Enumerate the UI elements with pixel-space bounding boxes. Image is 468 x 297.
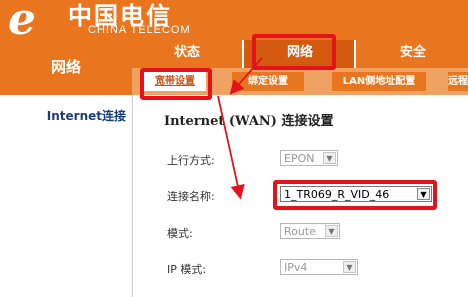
annotation-arrows: [217, 57, 263, 200]
annotation-arrow-1: [229, 57, 263, 95]
annotation-arrow-2: [217, 95, 245, 200]
